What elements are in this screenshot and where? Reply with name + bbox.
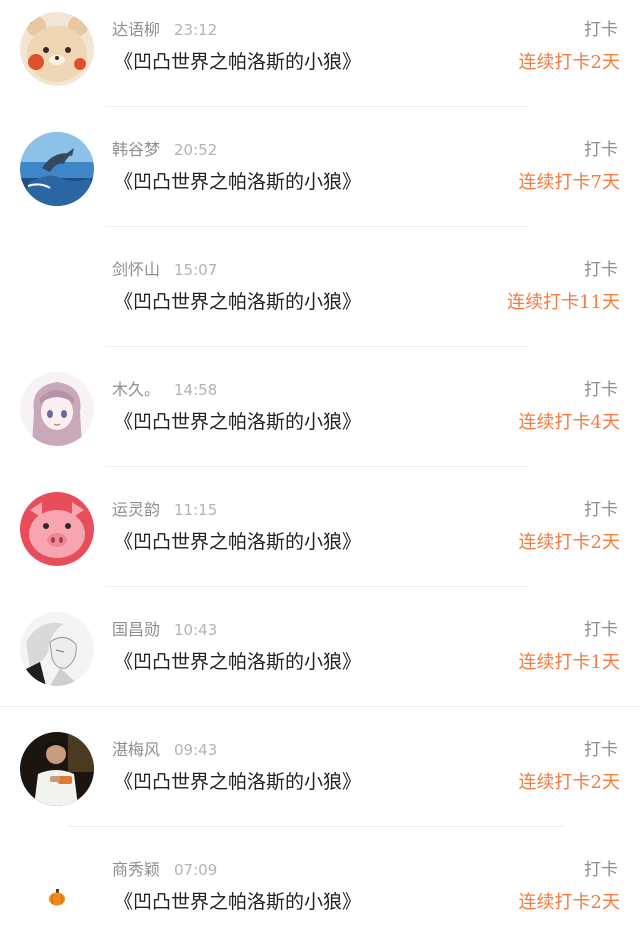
user-name[interactable]: 剑怀山	[112, 260, 160, 279]
checkin-meta: 韩谷梦 20:52	[112, 138, 217, 162]
checkin-item[interactable]: 国昌勋 10:43 《凹凸世界之帕洛斯的小狼》 打卡 连续打卡1天	[0, 600, 640, 720]
streak-count: 连续打卡2天	[518, 772, 620, 793]
streak-count: 连续打卡11天	[507, 292, 620, 313]
divider	[105, 346, 528, 347]
streak-count: 连续打卡4天	[518, 412, 620, 433]
book-title[interactable]: 《凹凸世界之帕洛斯的小狼》	[114, 768, 361, 796]
checkin-type-label: 打卡	[584, 140, 618, 160]
divider	[68, 826, 564, 827]
checkin-meta: 国昌勋 10:43	[112, 618, 217, 642]
checkin-item[interactable]: 运灵韵 11:15 《凹凸世界之帕洛斯的小狼》 打卡 连续打卡2天	[0, 480, 640, 600]
streak-count: 连续打卡7天	[518, 172, 620, 193]
checkin-meta: 湛梅风 09:43	[112, 738, 217, 762]
user-name[interactable]: 商秀颖	[112, 860, 160, 879]
checkin-time: 09:43	[174, 741, 218, 759]
user-name[interactable]: 国昌勋	[112, 620, 160, 639]
user-name[interactable]: 运灵韵	[112, 500, 160, 519]
checkin-time: 23:12	[174, 21, 218, 39]
user-name[interactable]: 湛梅风	[112, 740, 160, 759]
checkin-type-label: 打卡	[584, 20, 618, 40]
bear-face-icon[interactable]	[20, 12, 94, 86]
checkin-type-label: 打卡	[584, 500, 618, 520]
user-name[interactable]: 韩谷梦	[112, 140, 160, 159]
checkin-time: 11:15	[174, 501, 218, 519]
checkin-feed: 达语柳 23:12 《凹凸世界之帕洛斯的小狼》 打卡 连续打卡2天 韩谷梦 20:5…	[0, 0, 640, 943]
checkin-type-label: 打卡	[584, 620, 618, 640]
checkin-meta: 达语柳 23:12	[112, 18, 217, 42]
checkin-item[interactable]: 韩谷梦 20:52 《凹凸世界之帕洛斯的小狼》 打卡 连续打卡7天	[0, 120, 640, 240]
checkin-time: 07:09	[174, 861, 218, 879]
divider	[105, 466, 528, 467]
book-title[interactable]: 《凹凸世界之帕洛斯的小狼》	[114, 48, 361, 76]
checkin-type-label: 打卡	[584, 860, 618, 880]
pig-face-icon[interactable]	[20, 492, 94, 566]
streak-count: 连续打卡2天	[518, 892, 620, 913]
checkin-time: 15:07	[174, 261, 218, 279]
checkin-time: 14:58	[174, 381, 218, 399]
checkin-time: 10:43	[174, 621, 218, 639]
checkin-meta: 运灵韵 11:15	[112, 498, 217, 522]
checkin-type-label: 打卡	[584, 260, 618, 280]
dolphin-icon[interactable]	[20, 132, 94, 206]
streak-count: 连续打卡1天	[518, 652, 620, 673]
divider	[105, 226, 528, 227]
checkin-meta: 商秀颖 07:09	[112, 858, 217, 882]
sketch-portrait-icon[interactable]	[20, 612, 94, 686]
streak-count: 连续打卡2天	[518, 532, 620, 553]
book-title[interactable]: 《凹凸世界之帕洛斯的小狼》	[114, 168, 361, 196]
book-title[interactable]: 《凹凸世界之帕洛斯的小狼》	[114, 288, 361, 316]
book-title[interactable]: 《凹凸世界之帕洛斯的小狼》	[114, 648, 361, 676]
checkin-item[interactable]: 剑怀山 15:07 《凹凸世界之帕洛斯的小狼》 打卡 连续打卡11天	[0, 240, 640, 360]
divider	[105, 586, 528, 587]
checkin-type-label: 打卡	[584, 380, 618, 400]
book-title[interactable]: 《凹凸世界之帕洛斯的小狼》	[114, 408, 361, 436]
book-title[interactable]: 《凹凸世界之帕洛斯的小狼》	[114, 888, 361, 916]
checkin-item[interactable]: 达语柳 23:12 《凹凸世界之帕洛斯的小狼》 打卡 连续打卡2天	[0, 0, 640, 120]
divider	[0, 706, 640, 707]
anime-girl-icon[interactable]	[20, 372, 94, 446]
checkin-meta: 剑怀山 15:07	[112, 258, 217, 282]
book-title[interactable]: 《凹凸世界之帕洛斯的小狼》	[114, 528, 361, 556]
checkin-item[interactable]: 木久。 14:58 《凹凸世界之帕洛斯的小狼》 打卡 连续打卡4天	[0, 360, 640, 480]
checkin-item[interactable]: 商秀颖 07:09 《凹凸世界之帕洛斯的小狼》 打卡 连续打卡2天	[0, 840, 640, 943]
pumpkin-icon[interactable]	[20, 852, 94, 926]
checkin-item[interactable]: 湛梅风 09:43 《凹凸世界之帕洛斯的小狼》 打卡 连续打卡2天	[0, 720, 640, 840]
user-name[interactable]: 木久。	[112, 380, 160, 399]
checkin-time: 20:52	[174, 141, 218, 159]
person-photo-icon[interactable]	[20, 732, 94, 806]
checkin-meta: 木久。 14:58	[112, 378, 217, 402]
checkin-type-label: 打卡	[584, 740, 618, 760]
divider	[105, 106, 528, 107]
streak-count: 连续打卡2天	[518, 52, 620, 73]
avatar[interactable]	[20, 252, 94, 326]
user-name[interactable]: 达语柳	[112, 20, 160, 39]
